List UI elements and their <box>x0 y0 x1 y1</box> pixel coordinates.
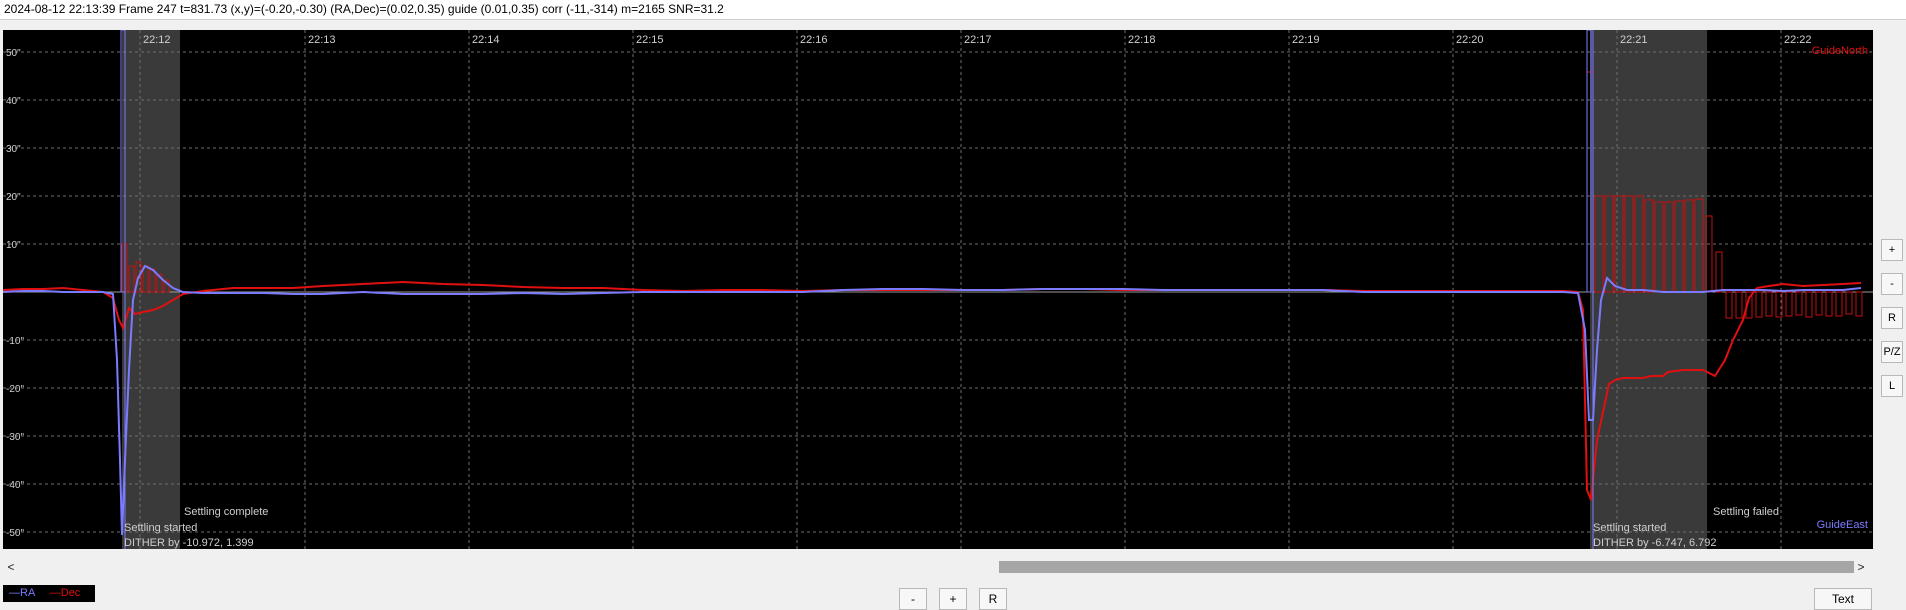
x-tick-label: 22:15 <box>636 34 664 46</box>
reset-button[interactable]: R <box>1881 307 1903 329</box>
x-tick-label: 22:13 <box>308 34 336 46</box>
x-tick-label: 22:17 <box>964 34 992 46</box>
y-tick-label: -30" <box>6 432 24 443</box>
zoom-in-x-button[interactable]: + <box>939 588 967 610</box>
guide-graph[interactable]: 50" 40" 30" 20" 10" -10" -20" -30" -40" -50" 22:1… <box>3 30 1873 549</box>
dither-label: DITHER by -6.747, 6.792 <box>1593 537 1717 549</box>
x-tick-label: 22:18 <box>1128 34 1156 46</box>
text-button[interactable]: Text <box>1814 588 1872 610</box>
pan-zoom-button[interactable]: P/Z <box>1881 341 1903 363</box>
legend: —RA —Dec <box>3 585 95 602</box>
scroll-thumb[interactable] <box>999 561 1854 573</box>
guide-north-label: GuideNorth <box>1812 45 1868 57</box>
x-tick-label: 22:16 <box>800 34 828 46</box>
dither-label: DITHER by -10.972, 1.399 <box>124 537 254 549</box>
x-tick-label: 22:22 <box>1784 34 1812 46</box>
y-tick-label: 10" <box>6 240 21 251</box>
x-tick-label: 22:21 <box>1620 34 1648 46</box>
guide-east-label: GuideEast <box>1817 519 1868 531</box>
scroll-left-arrow[interactable]: < <box>2 556 20 578</box>
y-axis-labels: 50" 40" 30" 20" 10" -10" -20" -30" -40" -50" <box>6 48 24 539</box>
settling-failed-label: Settling failed <box>1713 506 1779 518</box>
zoom-in-button[interactable]: + <box>1881 239 1903 261</box>
x-tick-label: 22:19 <box>1292 34 1320 46</box>
legend-ra: —RA <box>9 587 35 599</box>
y-tick-label: -40" <box>6 480 24 491</box>
scroll-right-arrow[interactable]: > <box>1852 556 1870 578</box>
legend-dec: —Dec <box>49 587 81 599</box>
y-tick-label: -50" <box>6 528 24 539</box>
zoom-out-x-button[interactable]: - <box>899 588 927 610</box>
x-tick-label: 22:20 <box>1456 34 1484 46</box>
y-tick-label: 30" <box>6 144 21 155</box>
status-bar: 2024-08-12 22:13:39 Frame 247 t=831.73 (… <box>0 0 1906 20</box>
ra-correction-bars <box>120 30 1592 293</box>
y-tick-label: 50" <box>6 48 21 59</box>
y-tick-label: 20" <box>6 192 21 203</box>
reset-x-button[interactable]: R <box>979 588 1007 610</box>
y-tick-label: -10" <box>6 336 24 347</box>
x-axis-labels: 22:12 22:13 22:14 22:15 22:16 22:17 22:18 22:19… <box>143 34 1812 46</box>
graph-canvas: 50" 40" 30" 20" 10" -10" -20" -30" -40" -50" 22:1… <box>3 30 1873 549</box>
horizontal-scrollbar[interactable]: < > <box>0 556 1870 578</box>
y-tick-label: 40" <box>6 96 21 107</box>
zoom-out-button[interactable]: - <box>1881 273 1903 295</box>
settling-band <box>1590 30 1707 549</box>
settling-band <box>122 30 180 549</box>
y-tick-label: -20" <box>6 384 24 395</box>
settling-started-label: Settling started <box>1593 522 1666 534</box>
settling-complete-label: Settling complete <box>184 506 268 518</box>
x-tick-label: 22:14 <box>472 34 500 46</box>
length-button[interactable]: L <box>1881 375 1903 397</box>
x-tick-label: 22:12 <box>143 34 171 46</box>
settling-started-label: Settling started <box>124 522 197 534</box>
